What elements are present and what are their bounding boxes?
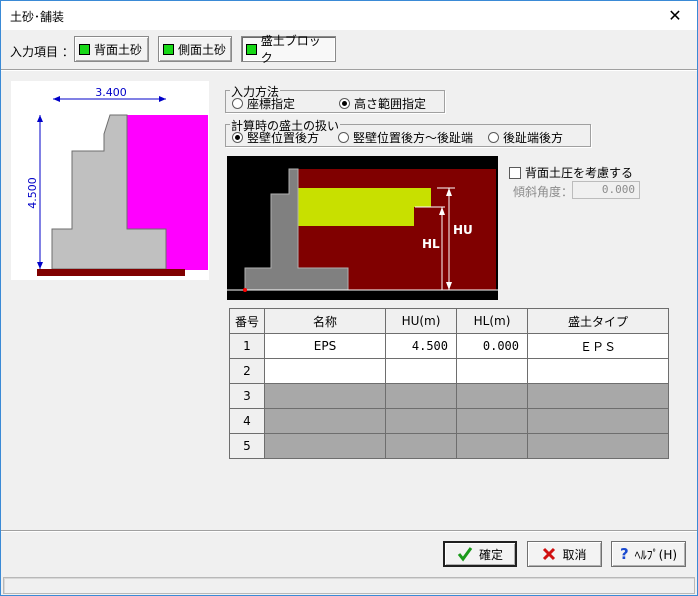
cell-hu[interactable]: [385, 358, 457, 384]
table-row: 1 EPS 4.500 0.000 ＥＰＳ: [229, 333, 669, 359]
ok-label: 確定: [478, 547, 503, 562]
eps-block-lower: [298, 207, 414, 226]
cell-name[interactable]: [264, 358, 386, 384]
eps-block-upper: [298, 188, 431, 207]
cancel-label: 取消: [562, 547, 587, 562]
tab-label: 背面土砂: [94, 42, 143, 57]
radio-label: 高さ範囲指定: [354, 97, 427, 111]
tilt-angle-input[interactable]: 0.000: [572, 181, 640, 199]
wall-preview: 3.400 4.500: [11, 81, 209, 280]
hu-label: HU: [453, 223, 473, 237]
cell-name: [264, 383, 386, 409]
cell-hu: [385, 433, 457, 459]
cell-fill-type: [527, 433, 669, 459]
cell-hl[interactable]: [456, 358, 528, 384]
cell-hu: [385, 408, 457, 434]
checkmark-icon: [457, 547, 473, 562]
cell-name: [264, 433, 386, 459]
tab-label: 盛土ブロック: [260, 34, 321, 65]
radio-label: 座標指定: [247, 97, 296, 111]
tab-label: 側面土砂: [178, 42, 227, 57]
tab-side-soil[interactable]: 側面土砂: [158, 36, 232, 62]
cell-name: [264, 408, 386, 434]
cell-fill-type: [527, 383, 669, 409]
dialog-window: 土砂･舗装 ✕ 入力項目 ： 背面土砂 側面土砂 盛土ブロック 3.400 4.…: [0, 0, 698, 596]
radio-label: 後趾端後方: [503, 131, 564, 145]
tab-fill-block[interactable]: 盛土ブロック: [241, 34, 336, 65]
tab-back-soil[interactable]: 背面土砂: [74, 36, 149, 62]
radio-dot: [339, 98, 350, 109]
cell-fill-type[interactable]: [527, 358, 669, 384]
radio-behind-heel[interactable]: 後趾端後方: [488, 129, 563, 146]
help-button[interactable]: ? ﾍﾙﾌﾟ(H): [611, 541, 686, 567]
close-icon[interactable]: ✕: [653, 1, 697, 30]
question-icon: ?: [619, 545, 629, 563]
row-number: 2: [229, 358, 265, 384]
green-square-icon: [163, 43, 174, 55]
title-bar: 土砂･舗装 ✕: [1, 1, 697, 30]
cell-fill-type[interactable]: ＥＰＳ: [527, 333, 669, 359]
separator-top: [1, 69, 697, 71]
hu-hl-diagram: HU HL: [227, 156, 498, 300]
cell-hl[interactable]: 0.000: [456, 333, 528, 359]
header-name: 名称: [264, 308, 386, 334]
header-fill-type: 盛土タイプ: [527, 308, 669, 334]
radio-height-range[interactable]: 高さ範囲指定: [339, 95, 426, 112]
radio-dot: [488, 132, 499, 143]
status-bar: [3, 577, 695, 594]
cancel-button[interactable]: 取消: [527, 541, 602, 567]
row-number: 1: [229, 333, 265, 359]
cell-hl: [456, 433, 528, 459]
radio-label: 竪壁位置後方～後趾端: [353, 131, 474, 145]
table-row: 3: [229, 383, 669, 409]
cell-hl: [456, 383, 528, 409]
origin-marker: [243, 288, 247, 292]
radio-dot: [232, 98, 243, 109]
radio-dot: [232, 132, 243, 143]
radio-coordinate[interactable]: 座標指定: [232, 95, 295, 112]
row-number: 5: [229, 433, 265, 459]
separator-bottom: [1, 530, 697, 532]
radio-behind-wall-to-heel[interactable]: 竪壁位置後方～後趾端: [338, 129, 473, 146]
row-number: 3: [229, 383, 265, 409]
dim-height-text: 4.500: [26, 177, 39, 209]
green-square-icon: [79, 43, 90, 55]
radio-label: 竪壁位置後方: [247, 131, 320, 145]
cell-hu[interactable]: 4.500: [385, 333, 457, 359]
cell-hu: [385, 383, 457, 409]
table-row: 4: [229, 408, 669, 434]
cell-hl: [456, 408, 528, 434]
tilt-angle-label: 傾斜角度：: [513, 185, 574, 199]
header-hl: HL(m): [456, 308, 528, 334]
input-method-group: 入力方法 座標指定 高さ範囲指定: [225, 83, 445, 113]
help-label: ﾍﾙﾌﾟ(H): [634, 547, 678, 562]
fill-handling-group: 計算時の盛土の扱い 竪壁位置後方 竪壁位置後方～後趾端 後趾端後方: [225, 117, 591, 147]
checkbox-label: 背面土圧を考慮する: [525, 166, 634, 180]
cell-fill-type: [527, 408, 669, 434]
green-square-icon: [246, 43, 257, 55]
window-title: 土砂･舗装: [10, 10, 65, 24]
cross-icon: [543, 547, 556, 561]
radio-dot: [338, 132, 349, 143]
base-strip: [37, 269, 185, 276]
table-row: 2: [229, 358, 669, 384]
hl-label: HL: [422, 237, 440, 251]
fill-block-table: 番号 名称 HU(m) HL(m) 盛土タイプ 1 EPS 4.500 0.00…: [229, 308, 669, 459]
table-row: 5: [229, 433, 669, 459]
input-items-label: 入力項目 ：: [10, 45, 74, 59]
back-pressure-checkbox[interactable]: 背面土圧を考慮する: [509, 164, 633, 181]
ok-button[interactable]: 確定: [443, 541, 517, 567]
row-number: 4: [229, 408, 265, 434]
header-number: 番号: [229, 308, 265, 334]
table-header-row: 番号 名称 HU(m) HL(m) 盛土タイプ: [229, 308, 669, 334]
header-hu: HU(m): [385, 308, 457, 334]
radio-behind-wall[interactable]: 竪壁位置後方: [232, 129, 319, 146]
checkbox-box: [509, 166, 521, 179]
cell-name[interactable]: EPS: [264, 333, 386, 359]
dim-width-text: 3.400: [95, 86, 127, 99]
